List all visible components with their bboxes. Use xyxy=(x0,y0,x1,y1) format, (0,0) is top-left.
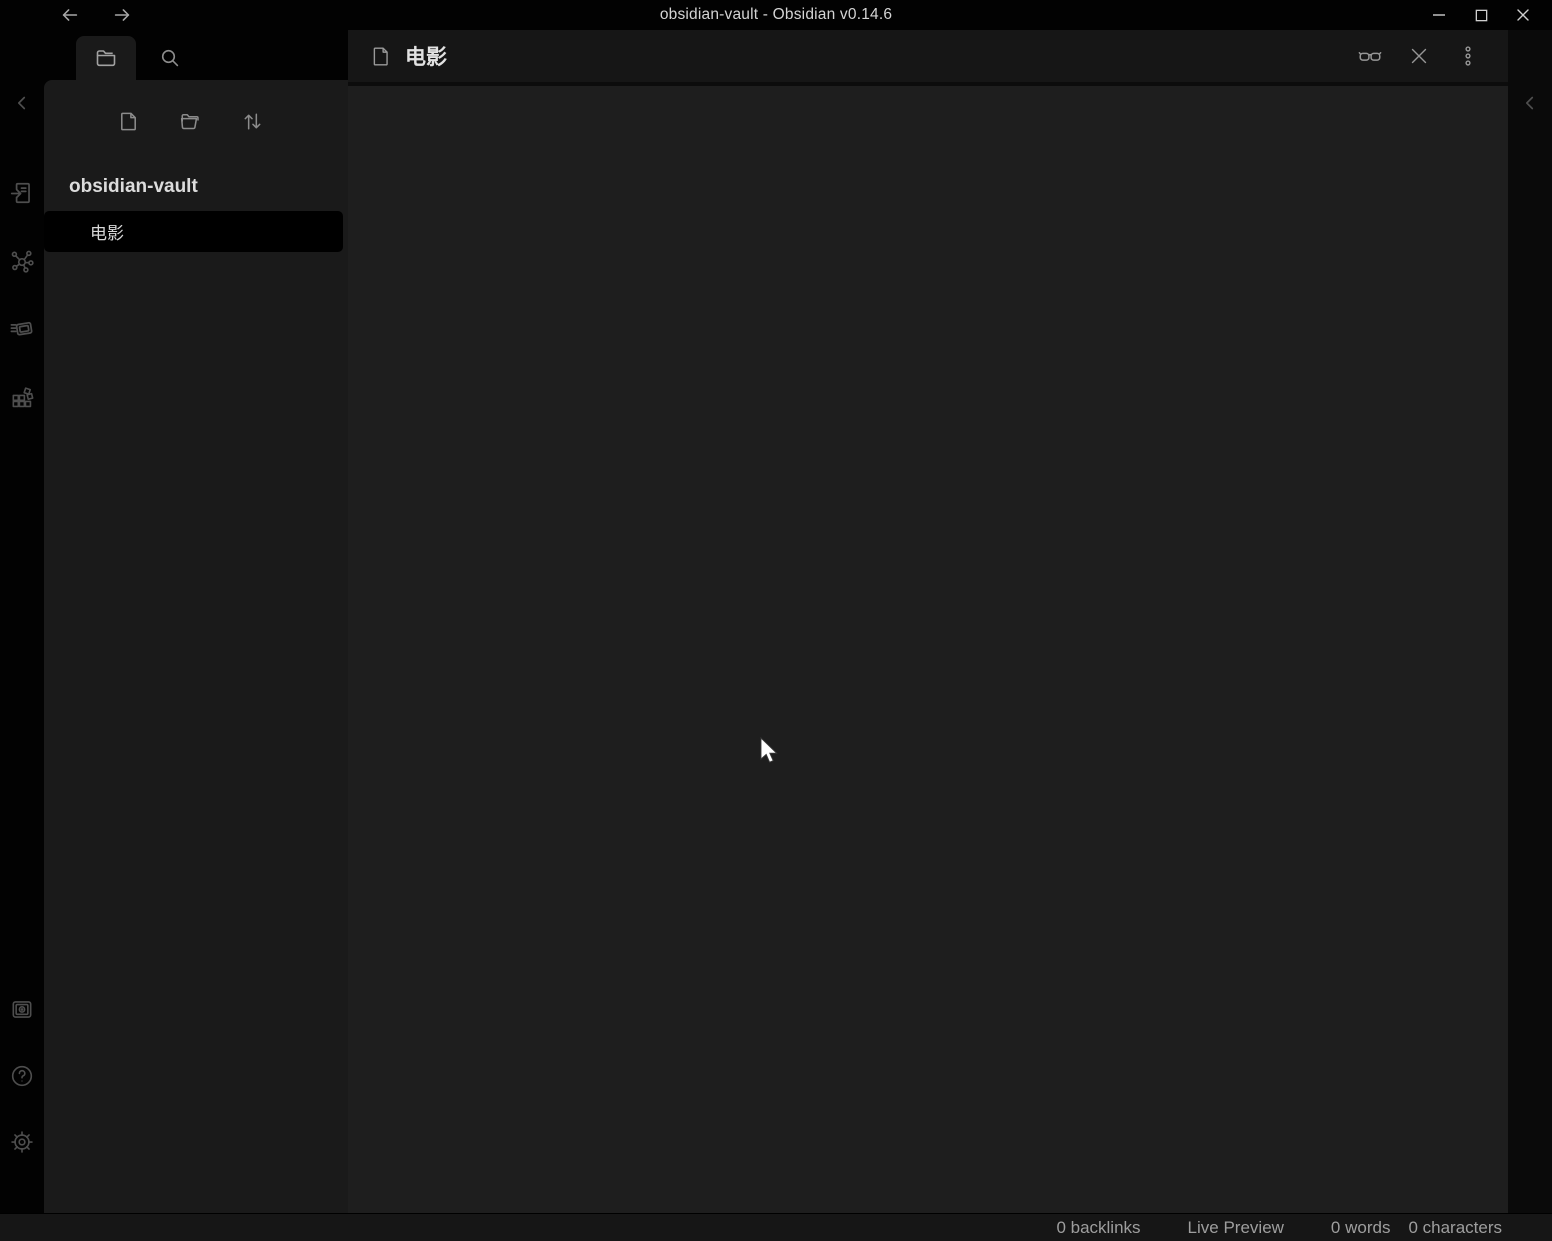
sort-order-icon[interactable] xyxy=(241,110,264,133)
editor-content[interactable] xyxy=(348,86,1508,1213)
open-vault-icon[interactable] xyxy=(9,997,35,1023)
status-backlinks[interactable]: 0 backlinks xyxy=(1056,1218,1140,1238)
maximize-icon[interactable] xyxy=(1460,0,1502,30)
right-ribbon xyxy=(1508,30,1552,1213)
new-note-icon[interactable] xyxy=(117,110,140,133)
status-editor-mode[interactable]: Live Preview xyxy=(1188,1218,1284,1238)
minimize-icon[interactable] xyxy=(1418,0,1460,30)
titlebar: obsidian-vault - Obsidian v0.14.6 xyxy=(0,0,1552,30)
close-note-icon[interactable] xyxy=(1406,43,1432,69)
more-options-icon[interactable] xyxy=(1455,43,1481,69)
window-close-icon[interactable] xyxy=(1502,0,1544,30)
editor-pane: 电影 xyxy=(348,30,1508,1213)
note-icon xyxy=(370,45,391,68)
graph-view-icon[interactable] xyxy=(9,248,35,274)
settings-icon[interactable] xyxy=(9,1129,35,1155)
tab-file-explorer[interactable] xyxy=(76,36,136,80)
editor-tab-header: 电影 xyxy=(348,30,1508,86)
tab-search[interactable] xyxy=(140,36,200,80)
status-bar: 0 backlinks Live Preview 0 words 0 chara… xyxy=(0,1213,1552,1241)
expand-right-sidebar-icon[interactable] xyxy=(1519,92,1541,1213)
new-folder-icon[interactable] xyxy=(179,110,202,133)
left-sidebar: obsidian-vault 电影 xyxy=(44,30,348,1213)
sidebar-tab-bar xyxy=(44,30,348,80)
search-tab-icon xyxy=(158,46,182,70)
status-character-count: 0 characters xyxy=(1408,1218,1502,1238)
folder-tab-icon xyxy=(94,46,118,70)
window-title: obsidian-vault - Obsidian v0.14.6 xyxy=(0,6,1552,24)
note-title: 电影 xyxy=(405,41,447,71)
blocks-icon[interactable] xyxy=(9,384,35,410)
file-item-selected[interactable]: 电影 xyxy=(44,211,343,252)
left-ribbon xyxy=(0,30,44,1213)
history-forward-icon[interactable] xyxy=(108,3,136,27)
explorer-actions xyxy=(44,110,264,133)
obsidian-window: obsidian-vault - Obsidian v0.14.6 xyxy=(0,0,1552,1241)
file-explorer-panel: obsidian-vault 电影 xyxy=(44,80,348,1213)
reading-view-icon[interactable] xyxy=(1357,43,1383,69)
help-icon[interactable] xyxy=(9,1063,35,1089)
status-word-count: 0 words xyxy=(1331,1218,1391,1238)
workspace: obsidian-vault 电影 电影 xyxy=(0,30,1552,1213)
card-switcher-icon[interactable] xyxy=(9,316,35,342)
quick-switcher-icon[interactable] xyxy=(9,180,35,206)
collapse-left-sidebar-icon[interactable] xyxy=(11,92,33,114)
vault-name[interactable]: obsidian-vault xyxy=(69,176,198,198)
history-back-icon[interactable] xyxy=(56,3,84,27)
